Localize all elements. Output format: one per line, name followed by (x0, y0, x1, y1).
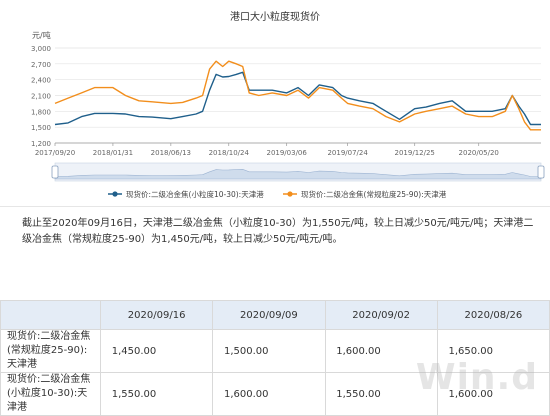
chart-title: 港口大小粒度现货价 (230, 10, 320, 23)
navigator-right-handle[interactable] (537, 165, 545, 179)
x-tick-label: 2018/10/24 (209, 149, 250, 157)
range-navigator[interactable] (51, 162, 545, 182)
y-tick-label: 2,100 (31, 93, 51, 101)
legend-label: 现货价:二级冶金焦(常规粒度25-90):天津港 (301, 189, 447, 199)
y-tick-label: 3,000 (31, 45, 51, 53)
legend-label: 现货价:二级冶金焦(小粒度10-30):天津港 (126, 189, 264, 199)
table-header-cell: 2020/09/16 (99, 300, 214, 330)
y-tick-label: 2,700 (31, 61, 51, 69)
table-header-cell (0, 300, 101, 330)
y-tick-label: 2,400 (31, 77, 51, 85)
x-tick-label: 2019/03/06 (266, 149, 307, 157)
x-tick-label: 2019/12/25 (395, 149, 435, 157)
chart-panel: 港口大小粒度现货价 元/吨 3,000 2,700 2,400 2,100 1,800 1… (0, 0, 550, 207)
row-label: 现货价:二级冶金焦(常规粒度25-90):天津港 (0, 329, 101, 373)
y-axis-unit: 元/吨 (32, 30, 51, 40)
x-tick-label: 2017/09/20 (35, 149, 75, 157)
row-label: 现货价:二级冶金焦(小粒度10-30):天津港 (0, 372, 101, 416)
table-cell: 1,450.00 (99, 329, 214, 373)
x-tick-label: 2019/07/24 (327, 149, 368, 157)
y-tick-labels: 3,000 2,700 2,400 2,100 1,800 1,500 1,200 (31, 45, 51, 148)
table-header-row: 2020/09/16 2020/09/09 2020/09/02 2020/08… (0, 300, 550, 330)
line-chart: 港口大小粒度现货价 元/吨 3,000 2,700 2,400 2,100 1,800 1… (31, 10, 545, 199)
series-line-1 (54, 71, 541, 126)
table-header-cell: 2020/09/02 (324, 300, 438, 330)
summary-paragraph: 截止至2020年09月16日，天津港二级冶金焦（小粒度10-30）为1,550元… (22, 218, 534, 245)
legend-swatch-dot (112, 191, 118, 197)
summary-text: 截止至2020年09月16日，天津港二级冶金焦（小粒度10-30）为1,550元… (22, 216, 542, 248)
x-tick-label: 2018/06/13 (151, 149, 191, 157)
y-tick-label: 1,200 (31, 140, 51, 148)
table-header-cell: 2020/08/26 (436, 300, 550, 330)
table-cell: 1,500.00 (212, 329, 326, 373)
x-tick-label: 2018/01/31 (93, 149, 133, 157)
x-tick-label: 2020/05/20 (459, 149, 499, 157)
table-cell: 1,600.00 (212, 372, 326, 416)
navigator-left-handle[interactable] (51, 165, 59, 179)
table-cell: 1,550.00 (99, 372, 214, 416)
y-tick-label: 1,800 (31, 108, 51, 116)
legend: 现货价:二级冶金焦(小粒度10-30):天津港 现货价:二级冶金焦(常规粒度25-… (108, 189, 447, 199)
legend-swatch-dot (287, 191, 293, 197)
watermark-logo: Win.d (415, 357, 538, 398)
x-tick-labels: 2017/09/20 2018/01/31 2018/06/13 2018/10/24… (35, 149, 499, 157)
y-tick-label: 1,500 (31, 124, 51, 132)
table-header-cell: 2020/09/09 (212, 300, 326, 330)
